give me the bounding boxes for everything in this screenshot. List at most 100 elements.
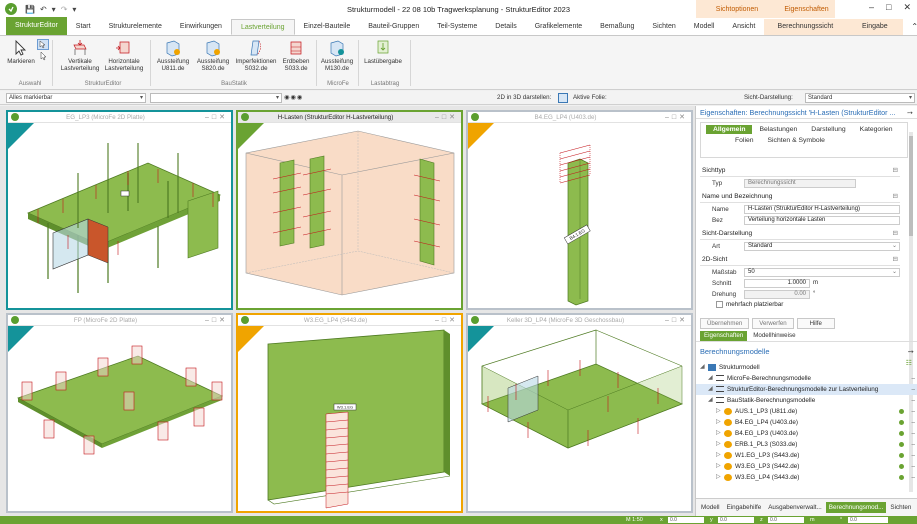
tree-model-item[interactable]: ▷ W3.EG_LP4 (S443.de) – [696, 472, 917, 483]
expand-icon[interactable]: ▷ [716, 461, 721, 472]
viewport-w3-eg-lp4[interactable]: W3.EG_LP4 (S443.de) –□✕ W3.1.EG [236, 313, 463, 513]
tab-lastverteilung[interactable]: Lastverteilung [230, 19, 295, 35]
hilfe-button[interactable]: Hilfe [796, 318, 835, 329]
erdbeben-s033-button[interactable]: Erdbeben S033.de [278, 39, 314, 72]
2d-in-3d-toggle[interactable] [558, 93, 568, 103]
tree-node[interactable]: ◢ StrukturEditor-Berechnungsmodelle zur L… [696, 384, 917, 395]
tab-eigenschaften[interactable]: Eigenschaften [700, 331, 748, 341]
remove-icon[interactable]: – [911, 461, 915, 472]
undo-icon[interactable]: ↶ [40, 5, 47, 14]
aussteifung-u811-button[interactable]: Aussteifung U811.de [154, 39, 192, 72]
sicht-darstellung-dropdown[interactable]: Standard ▾ [805, 93, 915, 103]
tree-model-item[interactable]: ▷ ERB.1_PL3 (S033.de) – [696, 439, 917, 450]
viewport-window-controls[interactable]: –□✕ [665, 316, 688, 324]
tab-struktureditor[interactable]: StrukturEditor [6, 17, 67, 35]
drehung-input[interactable]: 0.00 [744, 289, 810, 299]
maximize-button[interactable]: □ [886, 2, 891, 13]
collapse-icon[interactable]: ⊟ [892, 166, 898, 176]
remove-icon[interactable]: – [911, 406, 915, 417]
viewport-b4-eg-lp4[interactable]: B4.EG_LP4 (U403.de) –□✕ B4.1.EG [466, 110, 693, 310]
vertikale-lastverteilung-button[interactable]: Vertikale Lastverteilung [58, 39, 102, 72]
tab-einzel-bauteile[interactable]: Einzel-Bauteile [295, 19, 360, 35]
section-2d-sicht[interactable]: 2D-Sicht ⊟ [700, 255, 900, 266]
tab-kategorien[interactable]: Kategorien [853, 125, 900, 134]
viewport-window-controls[interactable]: –□✕ [205, 113, 228, 121]
tab-grafikelemente[interactable]: Grafikelemente [526, 19, 591, 35]
aussteifung-m130-button[interactable]: Aussteifung M130.de [318, 39, 356, 72]
bottom-tab-sichten[interactable]: Sichten [887, 502, 914, 513]
expand-icon[interactable]: ◢ [708, 373, 713, 384]
expand-icon[interactable]: ◢ [708, 384, 713, 395]
tab-modell[interactable]: Modell [685, 19, 724, 35]
binocular-icons[interactable]: ◉◉◉ [284, 94, 303, 101]
mehrfach-checkbox-row[interactable]: mehrfach platzierbar [716, 301, 900, 308]
verwerfen-button[interactable]: Verwerfen [752, 318, 794, 329]
pin-icon[interactable]: ➙ [907, 108, 913, 117]
collapse-icon[interactable]: ⊟ [892, 192, 898, 202]
viewport-window-controls[interactable]: –□✕ [435, 113, 458, 121]
tab-ansicht[interactable]: Ansicht [723, 19, 764, 35]
uebernehmen-button[interactable]: Übernehmen [700, 318, 750, 329]
expand-icon[interactable]: ◢ [700, 362, 705, 373]
remove-icon[interactable]: – [911, 439, 915, 450]
tree-model-item[interactable]: ▷ AUS.1_LP3 (U811.de) – [696, 406, 917, 417]
expand-icon[interactable]: ◢ [708, 395, 713, 406]
collapse-ribbon-icon[interactable]: ⌃ [911, 22, 917, 31]
markieren-button[interactable]: Markieren [7, 39, 35, 65]
tree-model-item[interactable]: ▷ W3.EG_LP3 (S442.de) – [696, 461, 917, 472]
section-sichttyp[interactable]: Sichttyp ⊟ [700, 166, 900, 177]
mehrfach-checkbox[interactable] [716, 301, 723, 308]
bottom-tab-eingabehilfe[interactable]: Eingabehilfe [724, 502, 765, 513]
section-name[interactable]: Name und Bezeichnung ⊟ [700, 192, 900, 203]
tree-node[interactable]: ◢ BauStatik-Berechnungsmodelle – [696, 395, 917, 406]
viewport-h-lasten[interactable]: H-Lasten (StrukturEditor H-Lastverteilun… [236, 110, 463, 310]
select-mode-button[interactable] [36, 39, 50, 61]
tab-strukturelemente[interactable]: Strukturelemente [100, 19, 171, 35]
tab-darstellung[interactable]: Darstellung [804, 125, 852, 134]
tab-folien[interactable]: Folien [728, 136, 761, 145]
redo-icon[interactable]: ↷ [61, 5, 68, 14]
lastuebergabe-button[interactable]: Lastübergabe [360, 39, 406, 65]
expand-icon[interactable]: ▷ [716, 439, 721, 450]
name-input[interactable]: H-Lasten (StrukturEditor H-Lastverteilun… [744, 204, 900, 214]
tab-details[interactable]: Details [486, 19, 525, 35]
tree-model-item[interactable]: ▷ W1.EG_LP3 (S443.de) – [696, 450, 917, 461]
remove-icon[interactable]: – [911, 417, 915, 428]
remove-icon[interactable]: – [911, 384, 915, 395]
dropdown-icon[interactable]: ▾ [52, 5, 56, 14]
tab-bauteil-gruppen[interactable]: Bauteil-Gruppen [359, 19, 428, 35]
expand-icon[interactable]: ▷ [716, 417, 721, 428]
expand-icon[interactable]: ▷ [716, 428, 721, 439]
tab-bema-ung[interactable]: Bemaßung [591, 19, 643, 35]
viewport-keller-3d[interactable]: Keller 3D_LP4 (MicroFe 3D Geschossbau) –… [466, 313, 693, 513]
tree-node[interactable]: ◢ MicroFe-Berechnungsmodelle – [696, 373, 917, 384]
viewport-window-controls[interactable]: –□✕ [205, 316, 228, 324]
tab-modellhinweise[interactable]: Modellhinweise [749, 331, 799, 341]
viewport-window-controls[interactable]: –□✕ [665, 113, 688, 121]
imperfektionen-s032-button[interactable]: Imperfektionen S032.de [234, 39, 278, 72]
bottom-tab-ausgabenverwalt[interactable]: Ausgabenverwalt... [765, 502, 825, 513]
collapse-icon[interactable]: ⊟ [892, 255, 898, 265]
remove-icon[interactable]: – [911, 428, 915, 439]
tab-berechnungssicht[interactable]: Berechnungssicht [764, 19, 847, 35]
remove-icon[interactable]: – [911, 395, 915, 406]
selection-filter-dropdown[interactable]: Alles markierbar ▾ [6, 93, 146, 103]
viewport-eg-lp3[interactable]: EG_LP3 (MicroFe 2D Platte) –□✕ [6, 110, 233, 310]
close-button[interactable]: ✕ [903, 2, 911, 13]
expand-icon[interactable]: ▷ [716, 406, 721, 417]
layer-filter-dropdown[interactable]: ▾ [150, 93, 282, 103]
massstab-dropdown[interactable]: 50 ⌄ [744, 267, 900, 277]
tab-start[interactable]: Start [67, 19, 100, 35]
app-logo-icon[interactable] [5, 3, 17, 15]
tree-model-item[interactable]: ▷ B4.EG_LP3 (U403.de) – [696, 428, 917, 439]
customize-qat-icon[interactable]: ▾ [72, 5, 76, 14]
tab-belastungen[interactable]: Belastungen [752, 125, 804, 134]
minimize-button[interactable]: – [869, 2, 874, 13]
collapse-icon[interactable]: ⊟ [892, 229, 898, 239]
schnitt-input[interactable]: 1.0000 [744, 278, 810, 288]
expand-icon[interactable]: ▷ [716, 450, 721, 461]
tab-allgemein[interactable]: Allgemein [706, 125, 753, 134]
bottom-tab-berechnungsmod[interactable]: Berechnungsmod... [825, 502, 887, 513]
aussteifung-s820-button[interactable]: Aussteifung S820.de [194, 39, 232, 72]
expand-icon[interactable]: ▷ [716, 472, 721, 483]
